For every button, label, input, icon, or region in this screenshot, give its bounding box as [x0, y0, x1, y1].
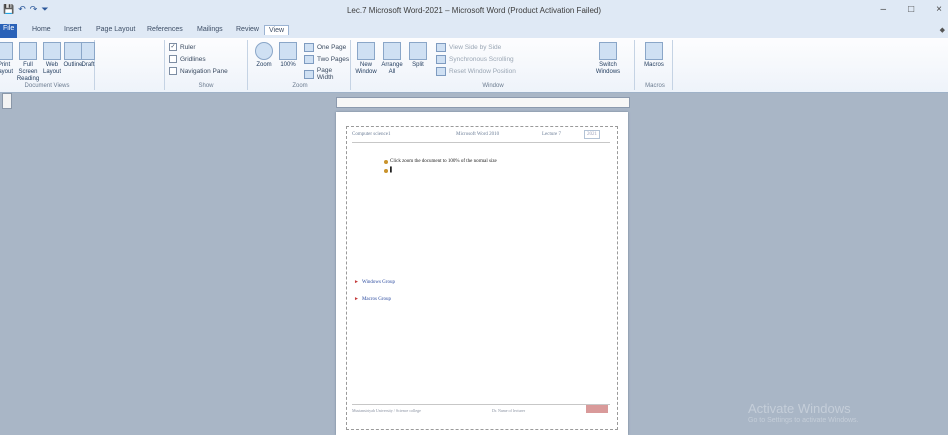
tab-insert[interactable]: Insert — [60, 25, 86, 34]
close-button[interactable]: × — [936, 4, 942, 15]
reset-window-position-button[interactable]: Reset Window Position — [436, 67, 516, 76]
footer-page-number-box — [586, 405, 608, 413]
reset-window-icon — [436, 67, 446, 76]
full-screen-reading-button[interactable]: Full Screen Reading — [16, 42, 40, 83]
page-width-icon — [304, 69, 314, 79]
tab-mailings[interactable]: Mailings — [193, 25, 227, 34]
bullet-icon — [384, 168, 388, 173]
footer-left: Mustansiriyah University / Science colle… — [352, 408, 421, 413]
activation-watermark-subtitle: Go to Settings to activate Windows. — [748, 417, 859, 424]
bullet-item-empty: ▌ — [384, 168, 394, 173]
minimize-button[interactable]: – — [881, 4, 887, 15]
print-layout-icon — [0, 42, 13, 60]
split-button[interactable]: Split — [406, 42, 430, 69]
magnifier-icon — [255, 42, 273, 60]
arrow-bullet-icon: ► — [354, 280, 359, 285]
tab-references[interactable]: References — [143, 25, 187, 34]
ruler-checkbox[interactable]: ✓ Ruler — [169, 43, 196, 51]
two-pages-button[interactable]: Two Pages — [304, 55, 349, 64]
tab-file[interactable]: File — [0, 24, 18, 38]
vertical-ruler[interactable] — [2, 93, 12, 109]
footer-divider — [352, 404, 610, 405]
section-macros-group: ► Macros Group — [354, 297, 391, 302]
print-layout-button[interactable]: Print Layout — [0, 42, 16, 76]
full-screen-reading-icon — [19, 42, 37, 60]
page-width-button[interactable]: Page Width — [304, 67, 350, 81]
two-pages-icon — [304, 55, 314, 64]
help-icon[interactable]: ◆ — [940, 26, 945, 34]
zoom-button[interactable]: Zoom — [252, 42, 276, 69]
navigation-pane-checkbox[interactable]: Navigation Pane — [169, 67, 228, 75]
arrange-all-icon — [383, 42, 401, 60]
tab-view[interactable]: View — [264, 25, 290, 35]
group-label-zoom: Zoom — [292, 83, 308, 89]
header-divider — [352, 142, 610, 143]
one-page-icon — [304, 43, 314, 52]
window-controls: – □ × — [881, 4, 948, 15]
view-side-by-side-button[interactable]: View Side by Side — [436, 43, 501, 52]
macros-icon — [645, 42, 663, 60]
title-bar: 💾 ↶ ↷ ⏷ Lec.7 Microsoft Word-2021 – Micr… — [0, 0, 948, 24]
page-icon — [279, 42, 297, 60]
group-label-macros: Macros — [645, 83, 665, 89]
footer-center: Dr. Name of lecturer — [492, 408, 526, 413]
arrow-bullet-icon: ► — [354, 297, 359, 302]
split-icon — [409, 42, 427, 60]
window-title: Lec.7 Microsoft Word-2021 – Microsoft Wo… — [346, 6, 602, 15]
group-window: New Window Arrange All Split View Side b… — [352, 40, 635, 90]
header-year: 2021 — [584, 130, 600, 139]
tab-home[interactable]: Home — [28, 25, 55, 34]
new-window-button[interactable]: New Window — [354, 42, 378, 76]
draft-icon — [81, 42, 95, 60]
group-label-document-views: Document Views — [24, 83, 70, 89]
one-page-button[interactable]: One Page — [304, 43, 346, 52]
group-macros: Macros Macros — [638, 40, 673, 90]
bullet-icon — [384, 159, 388, 164]
maximize-button[interactable]: □ — [908, 4, 914, 15]
new-window-icon — [357, 42, 375, 60]
macros-button[interactable]: Macros — [642, 42, 666, 69]
arrange-all-button[interactable]: Arrange All — [380, 42, 404, 76]
group-label-window: Window — [482, 83, 504, 89]
switch-windows-button[interactable]: Switch Windows — [592, 42, 624, 76]
horizontal-ruler[interactable] — [336, 97, 630, 108]
document-page[interactable]: Computer science1 Microsoft Word 2010 Le… — [336, 112, 628, 435]
zoom-100-button[interactable]: 100% — [276, 42, 300, 69]
bullet-item: Click zoom the document to 100% of the n… — [384, 159, 497, 164]
synchronous-scrolling-button[interactable]: Synchronous Scrolling — [436, 55, 514, 64]
draft-button[interactable]: Draft — [80, 42, 96, 69]
header-left: Computer science1 — [352, 132, 391, 137]
group-label-show: Show — [198, 83, 214, 89]
header-center: Microsoft Word 2010 — [456, 132, 500, 137]
ribbon: Print Layout Full Screen Reading Web Lay… — [0, 38, 948, 93]
group-document-views: Print Layout Full Screen Reading Web Lay… — [0, 40, 95, 90]
switch-windows-icon — [599, 42, 617, 60]
group-show: ✓ Ruler Gridlines Navigation Pane Show — [164, 40, 248, 90]
section-windows-group: ► Windows Group — [354, 280, 395, 285]
tab-review[interactable]: Review — [232, 25, 263, 34]
sync-scroll-icon — [436, 55, 446, 64]
side-by-side-icon — [436, 43, 446, 52]
group-zoom: Zoom 100% One Page Two Pages Page Width … — [250, 40, 351, 90]
web-layout-icon — [43, 42, 61, 60]
ribbon-tabs: File Home Insert Page Layout References … — [0, 24, 948, 38]
header-right: Lecture 7 — [542, 132, 562, 137]
gridlines-checkbox[interactable]: Gridlines — [169, 55, 206, 63]
activation-watermark-title: Activate Windows — [748, 401, 851, 416]
tab-page-layout[interactable]: Page Layout — [92, 25, 139, 34]
